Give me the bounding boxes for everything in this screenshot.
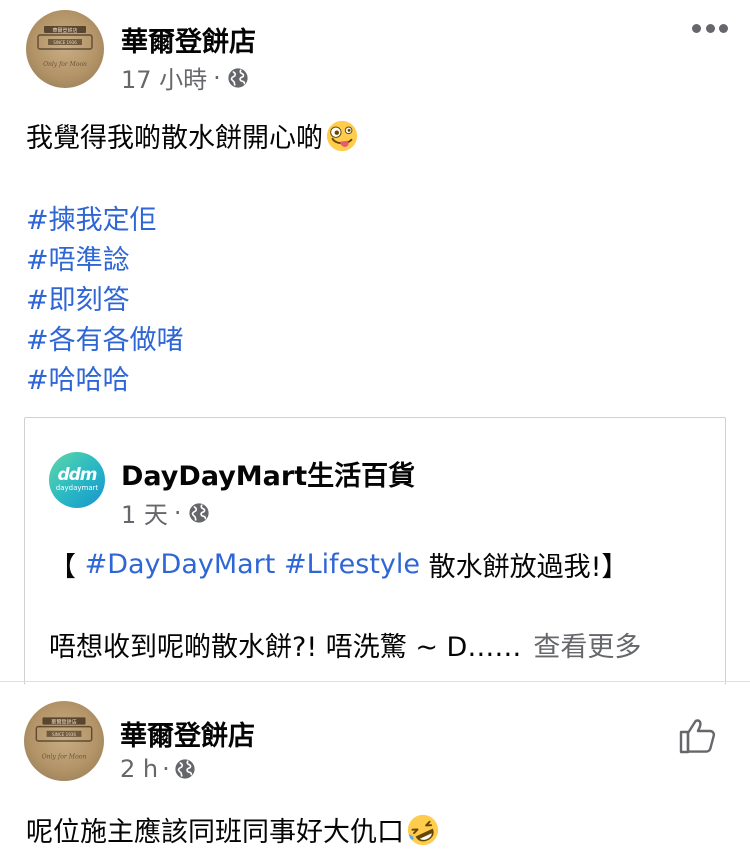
avatar-year-text: SINCE 1936 <box>53 40 77 45</box>
avatar-script-text: Only for Moon <box>42 753 87 760</box>
shared-page-name[interactable]: DayDayMart生活百貨 <box>121 454 415 493</box>
meta-separator: · <box>162 755 170 783</box>
shared-title: 【 #DayDayMart #Lifestyle 散水餅放過我!】 <box>49 545 628 584</box>
shared-meta: 1 天 · <box>121 495 210 530</box>
post-author-name[interactable]: 華爾登餅店 <box>121 20 256 59</box>
public-globe-icon <box>228 67 248 88</box>
avatar-sign-text: 華爾登餅店 <box>51 719 77 726</box>
thumbs-up-like-icon[interactable] <box>678 714 720 756</box>
post-text-content: 我覺得我啲散水餅開心啲 <box>26 123 323 154</box>
meta-separator: · <box>213 63 221 92</box>
comment-meta: 2 h · <box>120 755 196 783</box>
hashtag-link[interactable]: #即刻答 <box>26 278 130 317</box>
see-more-link[interactable]: 查看更多 <box>533 625 641 664</box>
hashtag-link[interactable]: #揀我定佢 <box>26 198 157 237</box>
daydaymart-logo-sub: daydaymart <box>55 484 99 492</box>
shared-body-text: 唔想收到呢啲散水餅?! 唔洗驚 ~ D…… <box>49 632 522 663</box>
post-timestamp[interactable]: 17 小時 <box>121 60 207 95</box>
avatar-sign-text: 華爾登餅店 <box>52 27 77 34</box>
section-divider <box>0 681 750 682</box>
bakery-logo-image: 華爾登餅店 SINCE 1936 Only for Moon <box>35 717 93 760</box>
comment-text-content: 呢位施主應該同班同事好大仇口 <box>26 817 404 848</box>
shared-post-card[interactable]: ddm daydaymart DayDayMart生活百貨 1 天 · 【 #D… <box>24 417 726 685</box>
hashtag-link[interactable]: #哈哈哈 <box>26 358 130 397</box>
rolling-laughing-emoji-icon <box>407 814 439 845</box>
comment-avatar[interactable]: 華爾登餅店 SINCE 1936 Only for Moon <box>24 701 104 781</box>
daydaymart-logo-mark: ddm <box>57 465 97 485</box>
page-avatar[interactable]: 華爾登餅店 SINCE 1936 Only for Moon <box>26 10 104 88</box>
more-options-icon[interactable] <box>692 22 728 34</box>
shared-title-rest: 散水餅放過我!】 <box>420 552 629 583</box>
bakery-logo-image: 華爾登餅店 SINCE 1936 Only for Moon <box>37 26 93 68</box>
post-meta: 17 小時 · <box>121 60 249 95</box>
shared-timestamp[interactable]: 1 天 <box>121 495 168 530</box>
public-globe-icon <box>188 502 209 523</box>
hashtag-link[interactable]: #各有各做啫 <box>26 318 184 357</box>
shared-title-bracket: 【 <box>49 552 85 583</box>
zany-face-emoji-icon <box>326 120 358 151</box>
post-text: 我覺得我啲散水餅開心啲 <box>26 116 359 155</box>
avatar-year-text: SINCE 1936 <box>52 732 76 737</box>
shared-hashtag-link[interactable]: #DayDayMart <box>85 549 276 580</box>
comment-author-name[interactable]: 華爾登餅店 <box>120 714 255 753</box>
comment-text: 呢位施主應該同班同事好大仇口 <box>26 810 440 849</box>
shared-page-avatar[interactable]: ddm daydaymart <box>49 452 105 508</box>
avatar-script-text: Only for Moon <box>43 61 87 68</box>
meta-separator: · <box>173 498 182 527</box>
hashtag-link[interactable]: #唔準諗 <box>26 238 130 277</box>
public-globe-icon <box>175 759 195 779</box>
shared-body: 唔想收到呢啲散水餅?! 唔洗驚 ~ D…… 查看更多 <box>49 625 641 664</box>
shared-hashtag-link[interactable]: #Lifestyle <box>284 549 420 580</box>
comment-timestamp[interactable]: 2 h <box>120 755 158 783</box>
